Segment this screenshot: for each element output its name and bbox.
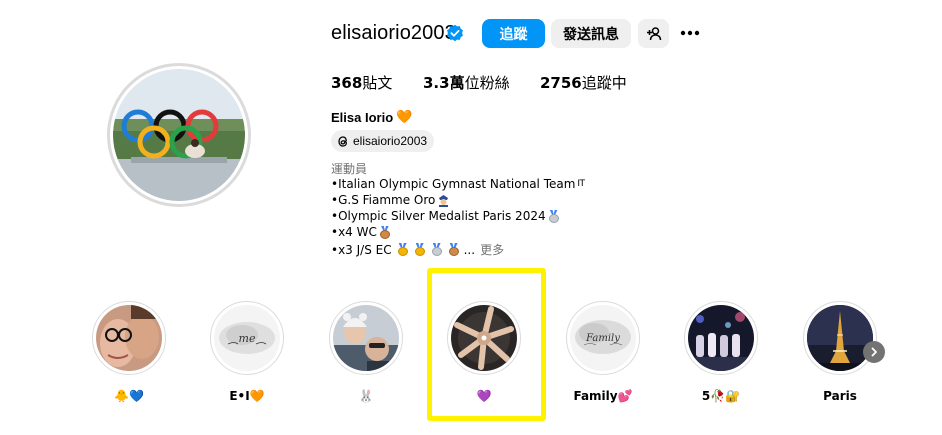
highlight-label: E•I🧡 xyxy=(229,389,265,403)
highlight-label: 5🥀🔐 xyxy=(701,389,741,403)
name-emoji: 🧡 xyxy=(396,109,413,124)
highlight-ring xyxy=(92,301,166,375)
bio-line-1: •Italian Olympic Gymnast National Team I… xyxy=(331,177,585,191)
posts-count: 368貼文 xyxy=(331,72,392,93)
bio-line-4: •x4 WC xyxy=(331,225,391,239)
bronze-medal-icon xyxy=(379,225,391,239)
highlight-label: Family💕 xyxy=(573,389,633,403)
full-name-text: Elisa Iorio xyxy=(331,109,394,125)
police-officer-icon xyxy=(439,194,449,207)
story-highlight[interactable]: Paris xyxy=(803,301,877,403)
italy-flag: IT xyxy=(577,179,585,189)
following-link[interactable]: 2756追蹤中 xyxy=(540,72,627,93)
silver-medal-icon xyxy=(548,209,560,223)
chevron-glyph xyxy=(871,347,877,357)
highlight-cover xyxy=(688,305,754,371)
bio-line-5: •x3 J/S EC ... 更多 xyxy=(331,241,504,258)
highlight-cover: me xyxy=(214,305,280,371)
gold-medal-icon xyxy=(397,243,409,256)
story-highlight[interactable]: 5🥀🔐 xyxy=(684,301,758,403)
highlight-cover: Family xyxy=(570,305,636,371)
posts-number: 368 xyxy=(331,74,363,92)
highlight-ring xyxy=(684,301,758,375)
bio-ellipsis: ... xyxy=(463,242,476,257)
bio-line-3: •Olympic Silver Medalist Paris 2024 xyxy=(331,209,560,223)
bio-line-2-text: •G.S Fiamme Oro xyxy=(331,193,436,207)
highlight-ring: me xyxy=(210,301,284,375)
threads-icon xyxy=(338,135,347,147)
bio-line-3-text: •Olympic Silver Medalist Paris 2024 xyxy=(331,209,546,223)
profile-category: 運動員 xyxy=(331,162,368,176)
story-highlight[interactable]: 💜 xyxy=(447,301,521,403)
avatar-image xyxy=(113,69,245,201)
highlight-label: 🐰 xyxy=(358,389,374,403)
chevron-right-icon[interactable] xyxy=(863,341,885,363)
cover-script: Family xyxy=(585,333,620,344)
highlight-cover xyxy=(333,305,399,371)
following-label: 追蹤中 xyxy=(581,74,627,92)
threads-link[interactable]: elisaiorio2003 xyxy=(331,130,435,152)
bio-line-4-text: •x4 WC xyxy=(331,225,377,239)
person-add-icon xyxy=(646,26,661,40)
highlight-ring xyxy=(329,301,403,375)
follow-button[interactable]: 追蹤 xyxy=(482,19,545,48)
bio-line-2: •G.S Fiamme Oro xyxy=(331,193,450,207)
followers-number: 3.3萬 xyxy=(423,74,465,92)
silver-medal-icon xyxy=(431,243,443,256)
bio-line-5-text: •x3 J/S EC xyxy=(331,242,392,257)
bio-more-link[interactable]: 更多 xyxy=(480,241,504,258)
highlight-ring: Family xyxy=(566,301,640,375)
posts-label: 貼文 xyxy=(362,74,393,92)
story-highlight[interactable]: me E•I🧡 xyxy=(210,301,284,403)
followers-label: 位粉絲 xyxy=(464,74,510,92)
dots-glyph xyxy=(680,30,700,36)
bronze-medal-icon xyxy=(448,243,460,256)
profile-avatar[interactable] xyxy=(107,63,251,207)
followers-link[interactable]: 3.3萬位粉絲 xyxy=(423,72,510,93)
profile-full-name: Elisa Iorio 🧡 xyxy=(331,109,412,125)
suggested-accounts-button[interactable] xyxy=(638,19,669,48)
highlight-cover xyxy=(96,305,162,371)
highlight-ring xyxy=(803,301,877,375)
highlight-label: Paris xyxy=(823,389,857,403)
bio-line-1-text: •Italian Olympic Gymnast National Team xyxy=(331,177,576,191)
story-highlight[interactable]: 🐰 xyxy=(329,301,403,403)
avatar-frame xyxy=(110,66,248,204)
more-options-icon[interactable] xyxy=(679,23,701,43)
cover-script: me xyxy=(239,332,256,345)
threads-handle: elisaiorio2003 xyxy=(353,134,428,148)
highlight-label: 🐥💙 xyxy=(114,389,144,403)
gold-medal-icon xyxy=(414,243,426,256)
highlight-label: 💜 xyxy=(476,389,492,403)
highlight-cover xyxy=(451,305,517,371)
story-highlight[interactable]: Family Family💕 xyxy=(566,301,640,403)
profile-username: elisaiorio2003 xyxy=(331,22,456,44)
highlight-cover xyxy=(807,305,873,371)
story-highlight[interactable]: 🐥💙 xyxy=(92,301,166,403)
highlight-ring xyxy=(447,301,521,375)
verified-badge-icon xyxy=(447,24,463,42)
message-button[interactable]: 發送訊息 xyxy=(551,19,631,48)
following-number: 2756 xyxy=(540,74,582,92)
